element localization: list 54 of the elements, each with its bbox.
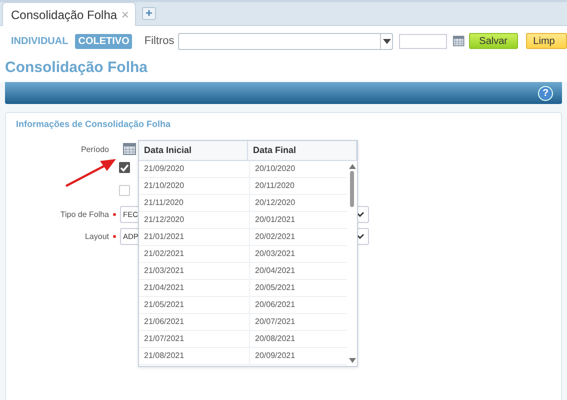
save-button[interactable]: Salvar xyxy=(468,33,518,49)
period-row[interactable]: 21/03/2021 20/04/2021 xyxy=(139,263,347,280)
table-cell: 21/03/2021 xyxy=(139,263,250,279)
calendar-icon[interactable] xyxy=(453,35,465,47)
period-row[interactable]: 21/12/2020 20/01/2021 xyxy=(139,212,347,229)
period-row[interactable]: 21/04/2021 20/05/2021 xyxy=(139,280,347,297)
table-cell: 20/01/2021 xyxy=(250,212,347,228)
table-cell: 21/01/2021 xyxy=(139,229,250,245)
pointer-arrow xyxy=(64,158,117,188)
table-cell: 21/07/2021 xyxy=(139,331,250,347)
table-cell: 21/04/2021 xyxy=(139,280,250,296)
table-cell: 20/08/2021 xyxy=(250,331,347,347)
field-label: Tipo de Folha xyxy=(59,210,109,218)
period-row[interactable]: 21/08/2021 20/09/2021 xyxy=(139,348,347,365)
chevron-icon xyxy=(356,212,364,216)
table-cell: 21/06/2021 xyxy=(139,314,250,330)
add-tab-button[interactable]: + xyxy=(142,7,156,20)
field-label: Período xyxy=(80,144,109,154)
period-row[interactable]: 21/02/2021 20/03/2021 xyxy=(139,246,347,263)
period-row[interactable]: 21/07/2021 20/08/2021 xyxy=(139,331,347,348)
scroll-up-icon[interactable] xyxy=(348,164,356,169)
filters-select[interactable] xyxy=(178,32,394,50)
table-cell: 21/02/2021 xyxy=(139,246,250,262)
scroll-down-icon[interactable] xyxy=(348,358,356,363)
column-header: Data Final xyxy=(248,141,357,160)
table-cell: 21/11/2020 xyxy=(139,195,250,211)
calendar-icon[interactable] xyxy=(123,143,136,155)
caret-icon xyxy=(382,38,391,44)
field-label: Layout xyxy=(84,232,109,240)
tab-label: Consolidação Folha xyxy=(11,8,118,22)
page-title: Consolidação Folha xyxy=(0,56,567,82)
filters-label: Filtros xyxy=(144,35,174,47)
table-cell: 20/04/2021 xyxy=(250,263,347,279)
table-cell: 20/07/2021 xyxy=(250,314,347,330)
table-cell: 20/02/2021 xyxy=(250,229,347,245)
table-cell: 21/05/2021 xyxy=(139,297,250,313)
period-row[interactable]: 21/06/2021 20/07/2021 xyxy=(139,314,347,331)
period-row[interactable]: 21/01/2021 20/02/2021 xyxy=(139,229,347,246)
table-cell: 20/05/2021 xyxy=(250,280,347,296)
table-cell: 21/12/2020 xyxy=(139,212,250,228)
table-cell: 21/08/2021 xyxy=(139,348,250,364)
period-row[interactable]: 21/05/2021 20/06/2021 xyxy=(139,297,347,314)
table-cell: 20/06/2021 xyxy=(250,297,347,313)
clear-button[interactable]: Limp xyxy=(526,33,567,49)
chevron-icon xyxy=(356,234,364,238)
page-tab[interactable]: Consolidação Folha × xyxy=(2,2,136,26)
table-cell: 20/03/2021 xyxy=(250,246,347,262)
table-cell: 21/09/2020 xyxy=(139,161,250,177)
column-header: Data Inicial xyxy=(139,141,248,160)
section-title: Informações de Consolidação Folha xyxy=(15,118,172,129)
date-field[interactable] xyxy=(399,34,448,48)
help-button[interactable]: ? xyxy=(538,86,553,100)
table-cell: 21/10/2020 xyxy=(139,178,250,194)
checkbox[interactable] xyxy=(119,162,130,173)
